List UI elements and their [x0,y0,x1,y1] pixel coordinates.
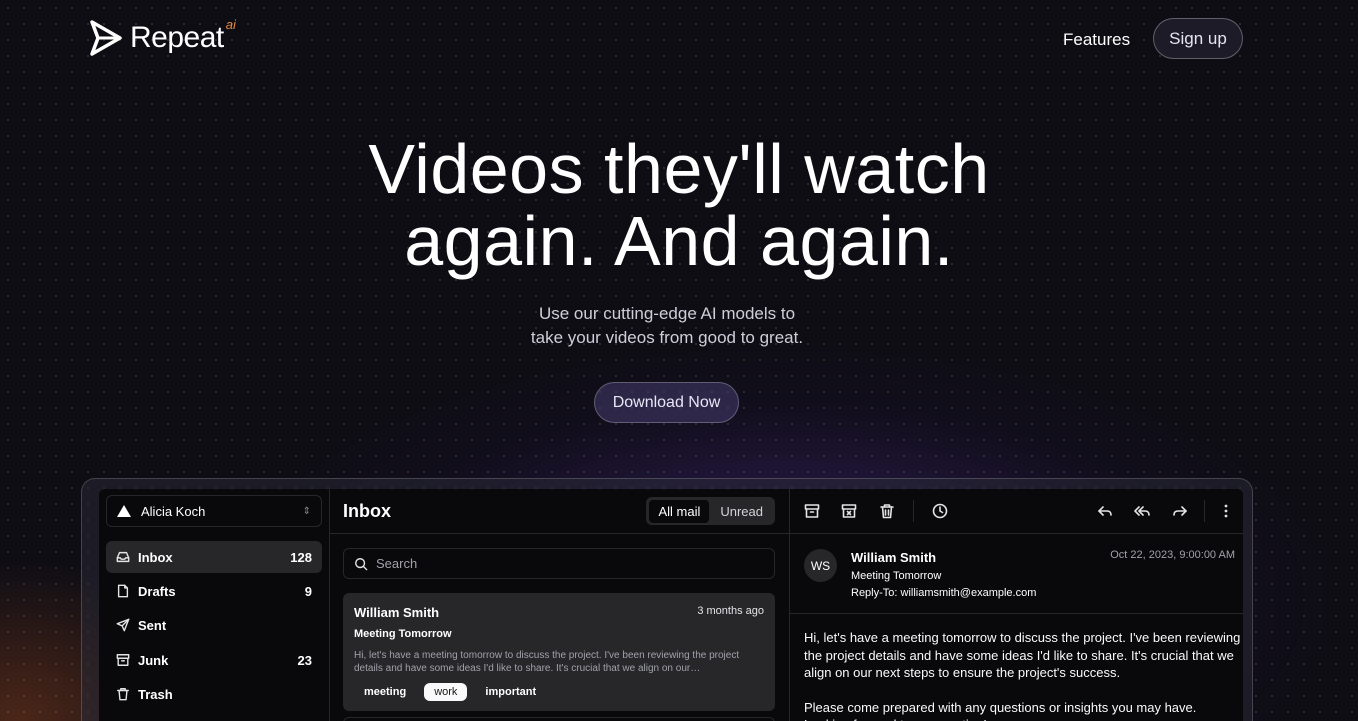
mail-reader-panel: WS William Smith Meeting Tomorrow Reply-… [790,489,1243,721]
sidebar-item-label: Junk [138,652,169,668]
account-name: Alicia Koch [141,503,206,519]
toolbar-divider [1204,500,1205,522]
download-button[interactable]: Download Now [594,382,739,423]
reader-subject: Meeting Tomorrow [851,570,942,582]
clock-icon[interactable] [932,503,948,519]
sidebar-item-drafts[interactable]: Drafts 9 [106,575,322,607]
hero-title-line2: again. And again. [404,202,954,280]
trash-icon[interactable] [879,503,895,519]
mail-list-item[interactable] [343,717,775,721]
sidebar-item-label: Trash [138,686,173,702]
send-icon [116,618,130,632]
mail-list-panel: Inbox All mail Unread Search William Smi… [330,489,790,721]
play-logo-icon [90,20,122,56]
mail-tags: meeting work important [354,683,764,701]
mail-list-item[interactable]: William Smith 3 months ago Meeting Tomor… [343,593,775,711]
sidebar-item-count: 9 [304,583,312,599]
file-icon [117,584,129,598]
mail-sidebar: Alicia Koch ⇕ Inbox 128 Drafts 9 Sent Ju… [99,489,330,721]
sidebar-item-junk[interactable]: Junk 23 [106,644,322,676]
tag-badge: work [424,683,468,701]
toolbar-divider [913,500,914,522]
sidebar-item-count: 128 [290,549,312,565]
mail-app-preview: Alicia Koch ⇕ Inbox 128 Drafts 9 Sent Ju… [99,489,1243,721]
forward-icon[interactable] [1172,503,1188,519]
mail-list-title: Inbox [343,501,391,521]
sidebar-item-label: Drafts [138,583,176,599]
reader-sender: William Smith [851,550,937,565]
search-input[interactable]: Search [343,548,775,579]
trash-icon [117,688,129,701]
brand-suffix: ai [225,16,236,32]
sidebar-item-label: Inbox [138,549,173,565]
search-placeholder: Search [376,556,418,571]
hero-sub-line1: Use our cutting-edge AI models to [538,304,796,323]
archive-icon [116,654,130,666]
mail-date: 3 months ago [697,605,764,617]
search-icon [355,557,368,570]
tab-all-mail[interactable]: All mail [649,499,710,523]
tag-badge: meeting [364,686,407,698]
mail-sender: William Smith [354,605,440,620]
mail-preview: Hi, let's have a meeting tomorrow to dis… [354,650,740,674]
sidebar-item-inbox[interactable]: Inbox 128 [106,541,322,573]
hero-subtitle: Use our cutting-edge AI models to take y… [0,302,1334,350]
avatar: WS [804,549,837,582]
sidebar-item-label: Sent [138,617,167,633]
reader-date: Oct 22, 2023, 9:00:00 AM [1110,549,1235,561]
chevrons-up-down-icon: ⇕ [302,505,311,517]
reader-body: Hi, let's have a meeting tomorrow to dis… [804,629,1243,721]
reply-icon[interactable] [1097,503,1113,519]
brand-logo[interactable]: Repeat ai [90,16,236,56]
archive-x-icon[interactable] [841,503,857,519]
nav-features-link[interactable]: Features [1063,30,1130,50]
mail-filter-tabs: All mail Unread [646,497,775,525]
reader-reply-to: Reply-To: williamsmith@example.com [851,587,1037,599]
inbox-icon [116,551,130,563]
archive-icon[interactable] [804,503,820,519]
hero-title: Videos they'll watch again. And again. [0,133,1358,277]
sidebar-item-trash[interactable]: Trash [106,678,322,710]
hero-sub-line2: take your videos from good to great. [530,328,804,347]
sidebar-item-count: 23 [297,652,312,668]
triangle-logo-icon [117,505,131,517]
brand-name: Repeat [130,21,224,54]
account-switcher[interactable]: Alicia Koch ⇕ [106,495,322,527]
mail-list-header: Inbox All mail Unread [330,489,789,534]
mail-subject: Meeting Tomorrow [354,628,452,640]
more-vertical-icon[interactable] [1218,503,1234,519]
mail-toolbar [790,489,1243,534]
tab-unread[interactable]: Unread [711,500,772,523]
hero-title-line1: Videos they'll watch [368,130,990,208]
sidebar-item-sent[interactable]: Sent [106,609,322,641]
reader-divider [790,613,1243,614]
signup-button[interactable]: Sign up [1153,18,1243,59]
reader-paragraph: Please come prepared with any questions … [804,699,1197,721]
tag-badge: important [485,686,537,698]
reply-all-icon[interactable] [1134,503,1150,519]
reader-paragraph: Hi, let's have a meeting tomorrow to dis… [804,630,1241,680]
